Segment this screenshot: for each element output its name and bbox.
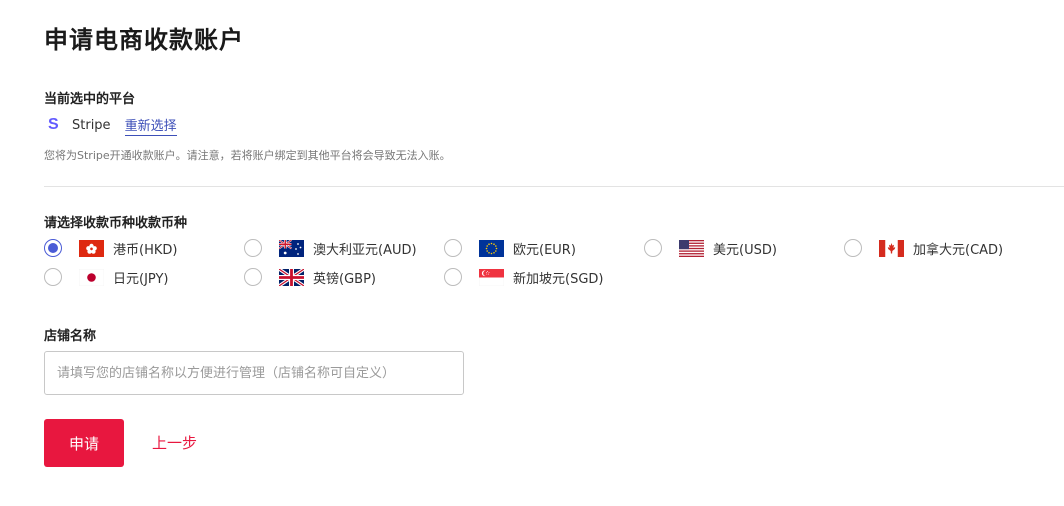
radio-usd[interactable] — [644, 239, 662, 257]
currency-option-cad[interactable]: 加拿大元(CAD) — [844, 238, 1044, 258]
radio-eur[interactable] — [444, 239, 462, 257]
radio-aud[interactable] — [244, 239, 262, 257]
currency-label: 加拿大元(CAD) — [913, 242, 1004, 258]
store-section-label: 店铺名称 — [44, 329, 97, 344]
currency-label: 澳大利亚元(AUD) — [313, 242, 417, 258]
radio-jpy[interactable] — [44, 268, 62, 286]
currency-option-eur[interactable]: 欧元(EUR) — [444, 238, 644, 258]
page-title: 申请电商收款账户 — [44, 26, 244, 54]
gb-flag-icon — [279, 268, 304, 286]
platform-name: Stripe — [72, 117, 111, 133]
us-flag-icon — [679, 239, 704, 257]
currency-radio-group: 港币(HKD) 澳大利亚元(AUD) 欧元(EUR) 美元(USD) 加拿大元(… — [44, 238, 1054, 287]
currency-label: 美元(USD) — [713, 242, 777, 258]
currency-option-sgd[interactable]: 新加坡元(SGD) — [444, 267, 644, 287]
stripe-s-icon: S — [48, 116, 59, 133]
currency-option-gbp[interactable]: 英镑(GBP) — [244, 267, 444, 287]
currency-section-label: 请选择收款币种收款币种 — [44, 216, 188, 231]
currency-label: 新加坡元(SGD) — [513, 271, 604, 287]
platform-row: S Stripe 重新选择 — [48, 114, 177, 136]
reselect-link[interactable]: 重新选择 — [124, 115, 177, 136]
platform-hint: 您将为Stripe开通收款账户。请注意，若将账户绑定到其他平台将会导致无法入账。 — [44, 149, 451, 162]
ca-flag-icon — [879, 239, 904, 257]
store-name-input[interactable] — [44, 351, 464, 395]
sg-flag-icon — [479, 268, 504, 286]
currency-label: 日元(JPY) — [113, 271, 169, 287]
platform-section-label: 当前选中的平台 — [44, 92, 136, 107]
currency-option-usd[interactable]: 美元(USD) — [644, 238, 844, 258]
hk-flag-icon — [79, 239, 104, 257]
eu-flag-icon — [479, 239, 504, 257]
currency-option-aud[interactable]: 澳大利亚元(AUD) — [244, 238, 444, 258]
jp-flag-icon — [79, 268, 104, 286]
currency-label: 英镑(GBP) — [313, 271, 376, 287]
currency-label: 港币(HKD) — [113, 242, 178, 258]
currency-option-hkd[interactable]: 港币(HKD) — [44, 238, 244, 258]
radio-gbp[interactable] — [244, 268, 262, 286]
radio-sgd[interactable] — [444, 268, 462, 286]
currency-label: 欧元(EUR) — [513, 242, 576, 258]
radio-hkd[interactable] — [44, 239, 62, 257]
au-flag-icon — [279, 239, 304, 257]
radio-cad[interactable] — [844, 239, 862, 257]
divider — [44, 186, 1064, 187]
back-link[interactable]: 上一步 — [152, 432, 197, 453]
currency-option-jpy[interactable]: 日元(JPY) — [44, 267, 244, 287]
apply-button[interactable]: 申请 — [44, 419, 124, 467]
